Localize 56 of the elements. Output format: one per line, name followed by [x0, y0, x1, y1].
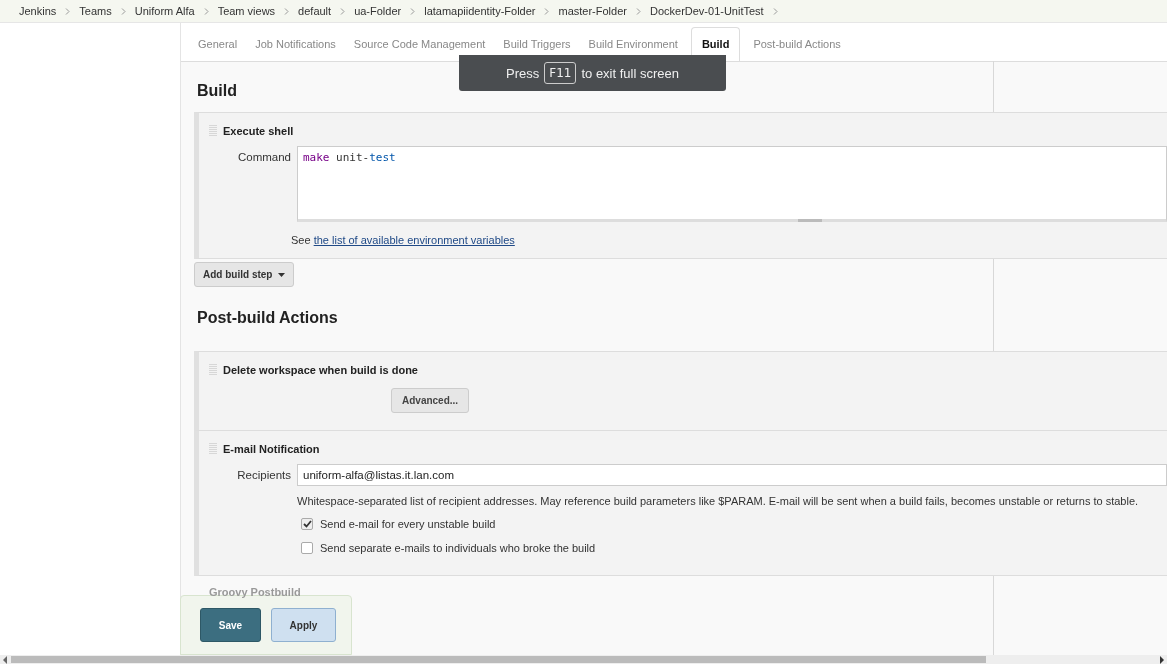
- apply-button[interactable]: Apply: [271, 608, 336, 642]
- command-textarea[interactable]: make unit-test: [297, 146, 1167, 222]
- breadcrumb-link[interactable]: Teams: [79, 5, 112, 17]
- step-title: Execute shell: [223, 125, 294, 137]
- chevron-icon: [284, 7, 290, 15]
- breadcrumb-link[interactable]: default: [298, 5, 332, 17]
- recipients-field[interactable]: uniform-alfa@listas.it.lan.com: [297, 464, 1167, 486]
- save-button[interactable]: Save: [200, 608, 261, 642]
- breadcrumb-link[interactable]: ua-Folder: [354, 5, 402, 17]
- add-build-step-button[interactable]: Add build step: [194, 262, 295, 287]
- checkbox-label: Send separate e-mails to individuals who broke the build: [320, 542, 596, 554]
- breadcrumb-link[interactable]: Team views: [217, 5, 276, 17]
- drag-handle-icon[interactable]: [209, 364, 218, 376]
- checkbox[interactable]: [301, 518, 313, 530]
- field-label: Command: [236, 150, 292, 163]
- scroll-right-icon[interactable]: [1159, 655, 1165, 664]
- step-title: Delete workspace when build is done: [223, 364, 418, 376]
- notice-text: Press: [506, 65, 540, 81]
- chevron-icon: [635, 7, 641, 15]
- breadcrumb-link[interactable]: DockerDev-01-UnitTest: [649, 5, 764, 17]
- step-title: Groovy Postbuild: [209, 586, 301, 598]
- step-title: E-mail Notification: [223, 443, 320, 455]
- help-text: Whitespace-separated list of recipient addresses. May reference build parameters like $PARAM. E-mail will be sent when a build fails, becomes unstable or returns to stable.: [297, 495, 1140, 507]
- notice-text: to exit full screen: [581, 65, 679, 81]
- key-label: F11: [544, 62, 577, 84]
- scroll-left-icon[interactable]: [2, 655, 8, 664]
- config-tab[interactable]: Post-build Actions: [744, 30, 850, 61]
- config-tab[interactable]: General: [189, 30, 247, 61]
- drag-handle-icon[interactable]: [209, 125, 218, 137]
- help-link[interactable]: the list of available environment variables: [313, 234, 515, 246]
- help-text: See the list of available environment variables: [291, 234, 516, 246]
- breadcrumb-link[interactable]: Uniform Alfa: [134, 5, 195, 17]
- field-label: Recipients: [236, 468, 292, 481]
- config-tab[interactable]: Source Code Management: [344, 30, 495, 61]
- chevron-icon: [410, 7, 416, 15]
- scrollbar-thumb[interactable]: [11, 656, 986, 663]
- chevron-icon: [544, 7, 550, 15]
- section-heading: Build: [196, 81, 237, 101]
- caret-icon: [278, 272, 286, 277]
- config-tab[interactable]: Build Environment: [579, 30, 687, 61]
- breadcrumb-link[interactable]: latamapiidentity-Folder: [424, 5, 536, 17]
- checkbox[interactable]: [301, 542, 313, 554]
- chevron-icon: [340, 7, 346, 15]
- chevron-icon: [65, 7, 71, 15]
- advanced-button[interactable]: Advanced...: [391, 388, 470, 413]
- breadcrumb-link[interactable]: Jenkins: [19, 5, 57, 17]
- breadcrumb-link[interactable]: master-Folder: [558, 5, 627, 17]
- drag-handle-icon[interactable]: [209, 443, 218, 455]
- section-heading: Post-build Actions: [196, 308, 338, 328]
- chevron-icon: [203, 7, 209, 15]
- horizontal-scrollbar[interactable]: [0, 655, 1167, 664]
- config-tab[interactable]: Build Triggers: [494, 30, 580, 61]
- checkbox-label: Send e-mail for every unstable build: [320, 518, 496, 530]
- chevron-icon: [772, 7, 778, 15]
- chevron-icon: [120, 7, 126, 15]
- config-tab[interactable]: Job Notifications: [246, 30, 345, 61]
